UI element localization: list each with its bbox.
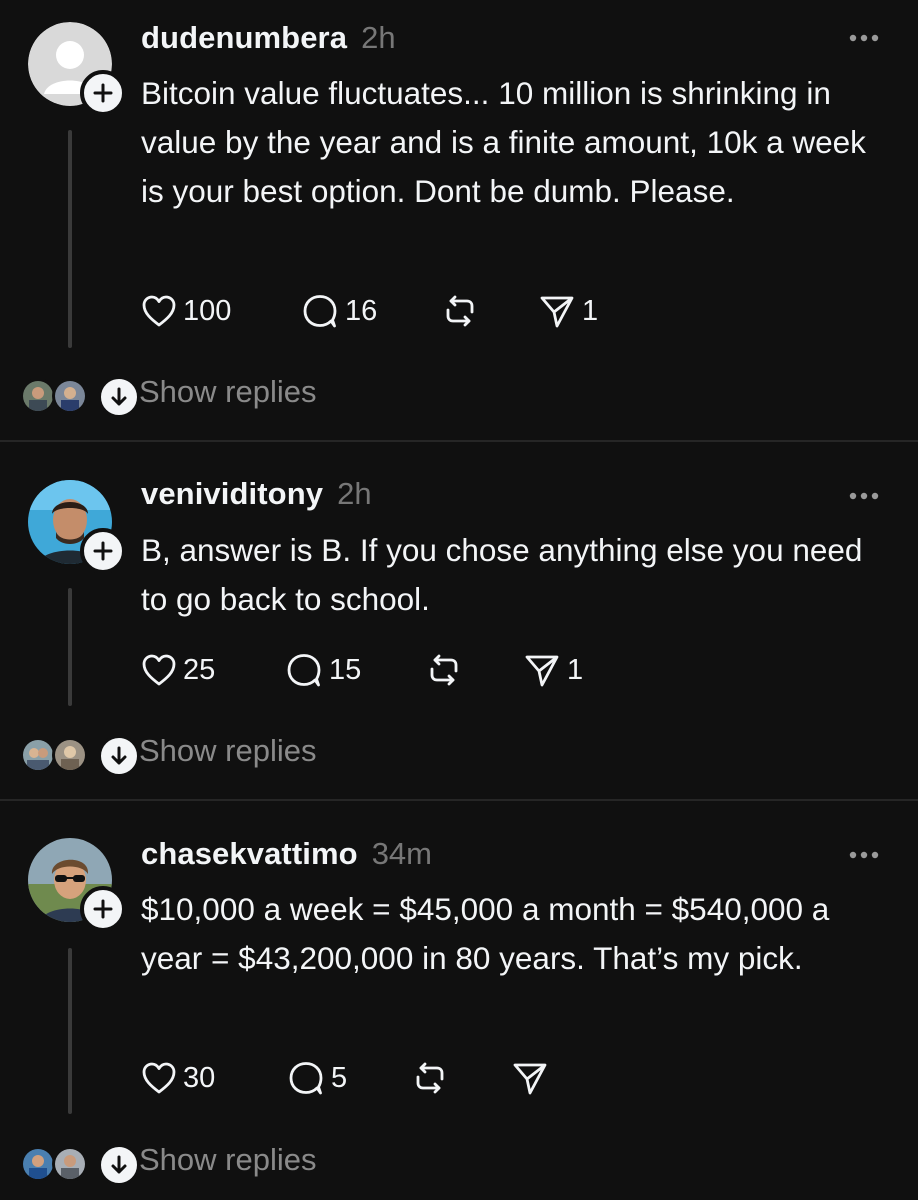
more-icon[interactable]: [848, 491, 880, 501]
show-replies-row[interactable]: Show replies: [20, 733, 420, 777]
show-replies-link[interactable]: Show replies: [139, 374, 316, 410]
share-count: 1: [582, 294, 599, 327]
plus-icon: [93, 541, 113, 561]
like-count: 100: [183, 294, 232, 327]
avatar[interactable]: [28, 838, 126, 932]
comment-button[interactable]: 16: [301, 291, 377, 331]
post-text: $10,000 a week = $45,000 a month = $540,…: [141, 891, 830, 976]
more-icon[interactable]: [848, 850, 880, 860]
repost-button[interactable]: [441, 291, 479, 331]
like-button[interactable]: 30: [141, 1058, 215, 1098]
replier-avatar: [20, 1146, 56, 1182]
follow-button[interactable]: [80, 70, 126, 116]
post-header: chasekvattimo 34m: [141, 836, 432, 872]
username[interactable]: chasekvattimo: [141, 836, 358, 872]
arrow-down-icon: [111, 746, 127, 765]
post-header: venividitony 2h: [141, 476, 372, 512]
comment-icon: [303, 295, 337, 328]
divider: [0, 799, 918, 801]
repost-icon: [446, 295, 474, 327]
replier-avatar: [20, 378, 56, 414]
comment-count: 5: [331, 1061, 348, 1094]
repost-icon: [430, 654, 458, 686]
expand-replies-button[interactable]: [98, 376, 140, 418]
timestamp: 2h: [361, 20, 396, 55]
timestamp: 2h: [337, 476, 372, 511]
replier-avatar: [52, 737, 88, 773]
share-button[interactable]: [511, 1058, 555, 1098]
show-replies-link[interactable]: Show replies: [139, 733, 316, 769]
show-replies-row[interactable]: Show replies: [20, 374, 420, 418]
share-button[interactable]: 1: [523, 650, 583, 690]
timestamp: 34m: [371, 836, 432, 871]
send-icon: [513, 1063, 547, 1095]
action-bar: 30 5: [141, 1058, 621, 1098]
like-button[interactable]: 25: [141, 650, 215, 690]
expand-replies-button[interactable]: [98, 735, 140, 777]
follow-button[interactable]: [80, 528, 126, 574]
repost-button[interactable]: [411, 1058, 449, 1098]
replier-avatar: [20, 737, 56, 773]
thread-line: [68, 130, 72, 348]
avatar[interactable]: [28, 22, 126, 116]
like-button[interactable]: 100: [141, 291, 231, 331]
heart-icon: [142, 295, 176, 327]
plus-icon: [93, 83, 113, 103]
thread-line: [68, 948, 72, 1114]
share-button[interactable]: 1: [538, 291, 598, 331]
post-header: dudenumbera 2h: [141, 20, 396, 56]
plus-icon: [93, 899, 113, 919]
comment-button[interactable]: 5: [287, 1058, 347, 1098]
share-count: 1: [567, 653, 584, 686]
post-text: B, answer is B. If you chose anything el…: [141, 532, 863, 617]
send-icon: [525, 655, 559, 687]
action-bar: 100 16 1: [141, 291, 621, 331]
comment-icon: [289, 1062, 323, 1095]
expand-replies-button[interactable]: [98, 1144, 140, 1186]
username[interactable]: dudenumbera: [141, 20, 347, 56]
action-bar: 25 15 1: [141, 650, 621, 690]
replier-avatar: [52, 378, 88, 414]
thread-line: [68, 588, 72, 706]
comment-button[interactable]: 15: [285, 650, 361, 690]
post-text: Bitcoin value fluctuates... 10 million i…: [141, 75, 866, 209]
comment-icon: [287, 654, 321, 687]
show-replies-link[interactable]: Show replies: [139, 1142, 316, 1178]
follow-button[interactable]: [80, 886, 126, 932]
like-count: 30: [183, 1061, 216, 1094]
show-replies-row[interactable]: Show replies: [20, 1142, 420, 1186]
comment-count: 15: [329, 653, 362, 686]
replies-feed: dudenumbera 2h Bitcoin value fluctuates.…: [0, 0, 918, 1200]
arrow-down-icon: [111, 387, 127, 406]
avatar[interactable]: [28, 480, 126, 574]
repost-button[interactable]: [425, 650, 463, 690]
like-count: 25: [183, 653, 216, 686]
send-icon: [540, 296, 574, 328]
username[interactable]: venividitony: [141, 476, 323, 512]
heart-icon: [142, 654, 176, 686]
divider: [0, 440, 918, 442]
arrow-down-icon: [111, 1155, 127, 1174]
repost-icon: [416, 1062, 444, 1094]
heart-icon: [142, 1062, 176, 1094]
comment-count: 16: [345, 294, 378, 327]
more-icon[interactable]: [848, 33, 880, 43]
replier-avatar: [52, 1146, 88, 1182]
